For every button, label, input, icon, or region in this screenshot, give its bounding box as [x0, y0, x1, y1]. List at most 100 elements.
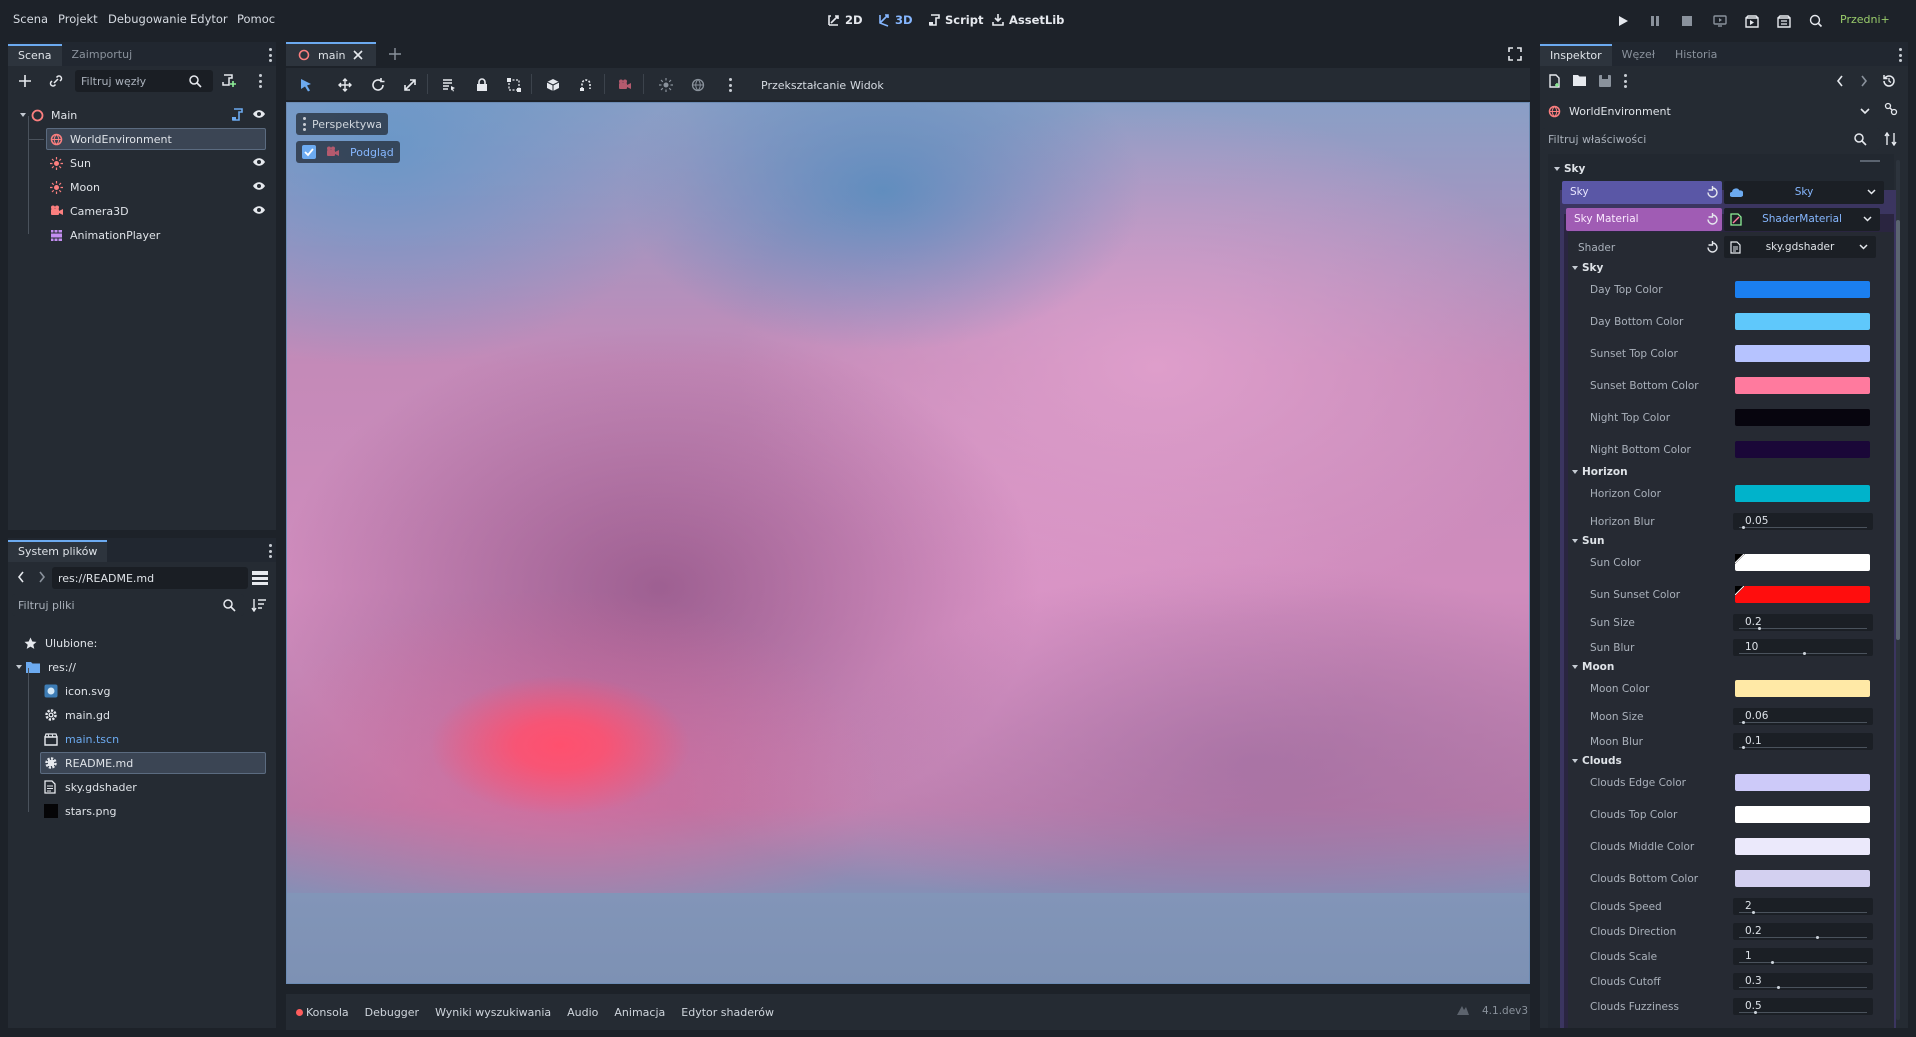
lock-button[interactable]: [472, 76, 492, 94]
play-button[interactable]: [1613, 11, 1633, 31]
file-item-main-gd[interactable]: main.gd: [40, 704, 272, 726]
save-icon[interactable]: [1598, 74, 1612, 88]
clouds-speed-slider[interactable]: 2: [1733, 898, 1873, 915]
environment-preview-button[interactable]: [688, 76, 708, 94]
visibility-eye-icon[interactable]: [252, 180, 266, 192]
collapse-caret-icon[interactable]: [20, 113, 26, 117]
distraction-free-icon[interactable]: [1508, 47, 1522, 61]
file-item-stars-png[interactable]: stars.png: [40, 800, 272, 822]
revert-icon[interactable]: [1706, 241, 1719, 254]
tree-item-sun[interactable]: Sun: [46, 152, 272, 174]
clouds-direction-slider[interactable]: 0.2: [1733, 923, 1873, 940]
tab-inspektor[interactable]: Inspektor: [1540, 44, 1612, 66]
revert-icon[interactable]: [1706, 186, 1719, 199]
tab-debugger[interactable]: Debugger: [357, 1006, 427, 1019]
history-icon[interactable]: [1882, 74, 1896, 88]
group-header-horizon[interactable]: Horizon: [1572, 466, 1628, 478]
object-selector[interactable]: WorldEnvironment: [1542, 100, 1880, 122]
visibility-eye-icon[interactable]: [252, 108, 266, 120]
add-tab-icon[interactable]: [388, 47, 402, 61]
group-header-sky-shader[interactable]: Sky: [1572, 262, 1603, 274]
back-arrow-icon[interactable]: [17, 571, 25, 583]
menu-edytor[interactable]: Edytor: [190, 12, 228, 26]
scene-dock-menu-icon[interactable]: [268, 48, 272, 62]
tab-wezel[interactable]: Węzeł: [1612, 44, 1665, 66]
play-custom-scene-button[interactable]: [1774, 11, 1794, 31]
checkbox-checked-icon[interactable]: [302, 145, 316, 159]
camera-preview-button[interactable]: [615, 76, 635, 94]
open-folder-icon[interactable]: [1572, 74, 1587, 87]
tab-system-plikow[interactable]: System plików: [8, 540, 108, 562]
inspector-scrollbar[interactable]: [1896, 160, 1900, 1020]
tab-edytor-shaderow[interactable]: Edytor shaderów: [673, 1006, 782, 1019]
play-scene-button[interactable]: [1742, 11, 1762, 31]
file-item-sky-gdshader[interactable]: sky.gdshader: [40, 776, 272, 798]
sky-material-resource-picker[interactable]: ShaderMaterial: [1724, 208, 1880, 231]
group-header-sun[interactable]: Sun: [1572, 535, 1605, 547]
snap-button[interactable]: [576, 76, 596, 94]
sun-color-swatch[interactable]: [1735, 554, 1870, 571]
movie-maker-button[interactable]: [1806, 11, 1826, 31]
tree-item-camera3d[interactable]: Camera3D: [46, 200, 272, 222]
history-back-icon[interactable]: [1836, 75, 1844, 87]
tab-konsola[interactable]: Konsola: [303, 1006, 357, 1019]
scene-tab-main[interactable]: main: [286, 42, 376, 66]
favorites-item[interactable]: Ulubione:: [16, 632, 272, 654]
inspector-dock-menu-icon[interactable]: [1898, 48, 1902, 62]
tree-item-animationplayer[interactable]: AnimationPlayer: [46, 224, 272, 246]
filesystem-dock-menu-icon[interactable]: [268, 544, 272, 558]
moon-color-swatch[interactable]: [1735, 680, 1870, 697]
clouds-middle-color-swatch[interactable]: [1735, 838, 1870, 855]
instantiate-scene-icon[interactable]: [49, 74, 63, 88]
scene-tree-menu-icon[interactable]: [258, 74, 262, 88]
tab-historia[interactable]: Historia: [1665, 44, 1727, 66]
horizon-blur-slider[interactable]: 0.05: [1733, 513, 1873, 530]
horizon-color-swatch[interactable]: [1735, 485, 1870, 502]
workspace-3d-button[interactable]: 3D: [877, 11, 913, 29]
clouds-edge-color-swatch[interactable]: [1735, 774, 1870, 791]
sunset-top-color-swatch[interactable]: [1735, 345, 1870, 362]
workspace-script-button[interactable]: Script: [927, 11, 983, 29]
inspector-scrollbar-thumb[interactable]: [1896, 220, 1900, 640]
inspector-options-icon[interactable]: [1623, 74, 1627, 88]
group-header-sky[interactable]: Sky: [1550, 161, 1860, 179]
perspective-menu[interactable]: Perspektywa: [296, 113, 388, 135]
tab-zaimportuj[interactable]: Zaimportuj: [62, 44, 143, 66]
moon-blur-slider[interactable]: 0.1: [1733, 733, 1873, 750]
night-top-color-swatch[interactable]: [1735, 409, 1870, 426]
sunset-bottom-color-swatch[interactable]: [1735, 377, 1870, 394]
select-tool-button[interactable]: [296, 76, 316, 94]
renderer-selector[interactable]: Przedni+: [1840, 13, 1890, 26]
visibility-eye-icon[interactable]: [252, 156, 266, 168]
day-top-color-swatch[interactable]: [1735, 281, 1870, 298]
tab-wyniki-wyszukiwania[interactable]: Wyniki wyszukiwania: [427, 1006, 559, 1019]
revert-icon[interactable]: [1706, 213, 1719, 226]
moon-size-slider[interactable]: 0.06: [1733, 708, 1873, 725]
file-item-main-tscn[interactable]: main.tscn: [40, 728, 272, 750]
clouds-top-color-swatch[interactable]: [1735, 806, 1870, 823]
pause-button[interactable]: [1645, 11, 1665, 31]
remote-debug-button[interactable]: [1710, 11, 1730, 31]
3d-viewport[interactable]: Perspektywa Podgląd: [286, 102, 1530, 984]
script-attached-icon[interactable]: [230, 108, 244, 122]
transform-menu[interactable]: Przekształcanie: [761, 79, 846, 92]
sun-sunset-color-swatch[interactable]: [1735, 586, 1870, 603]
view-menu[interactable]: Widok: [850, 79, 884, 92]
scale-tool-button[interactable]: [400, 76, 420, 94]
sun-size-slider[interactable]: 0.2: [1733, 614, 1873, 631]
node-info-icon[interactable]: [1884, 102, 1898, 116]
folder-item-res[interactable]: res://: [16, 656, 272, 678]
night-bottom-color-swatch[interactable]: [1735, 441, 1870, 458]
file-filter-input[interactable]: Filtruj pliki: [12, 594, 244, 616]
tab-audio[interactable]: Audio: [559, 1006, 606, 1019]
day-bottom-color-swatch[interactable]: [1735, 313, 1870, 330]
sky-resource-picker[interactable]: Sky: [1724, 181, 1884, 204]
close-icon[interactable]: [353, 50, 364, 60]
rotate-tool-button[interactable]: [368, 76, 388, 94]
sun-blur-slider[interactable]: 10: [1733, 639, 1873, 656]
move-tool-button[interactable]: [335, 76, 355, 94]
workspace-assetlib-button[interactable]: AssetLib: [991, 11, 1064, 29]
tab-animacja[interactable]: Animacja: [606, 1006, 673, 1019]
group-header-clouds[interactable]: Clouds: [1572, 755, 1622, 767]
tree-item-main[interactable]: Main: [16, 104, 272, 126]
